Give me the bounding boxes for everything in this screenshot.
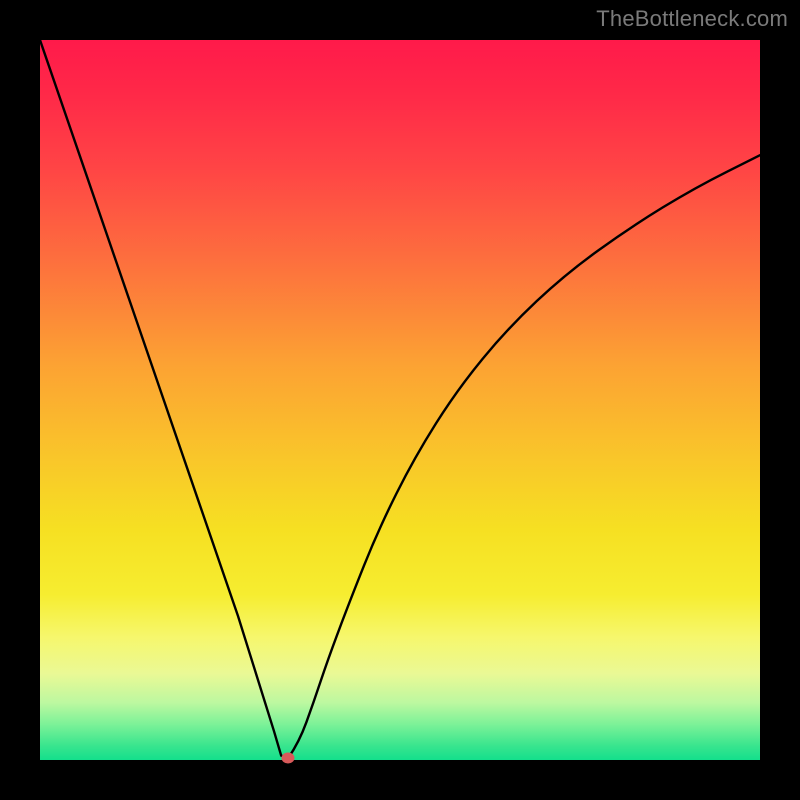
plot-area bbox=[40, 40, 760, 760]
curve-layer bbox=[40, 40, 760, 760]
right-branch-line bbox=[288, 155, 760, 758]
left-branch-line bbox=[40, 40, 288, 758]
min-point-marker bbox=[282, 752, 295, 763]
chart-frame: TheBottleneck.com bbox=[0, 0, 800, 800]
watermark-text: TheBottleneck.com bbox=[596, 6, 788, 32]
